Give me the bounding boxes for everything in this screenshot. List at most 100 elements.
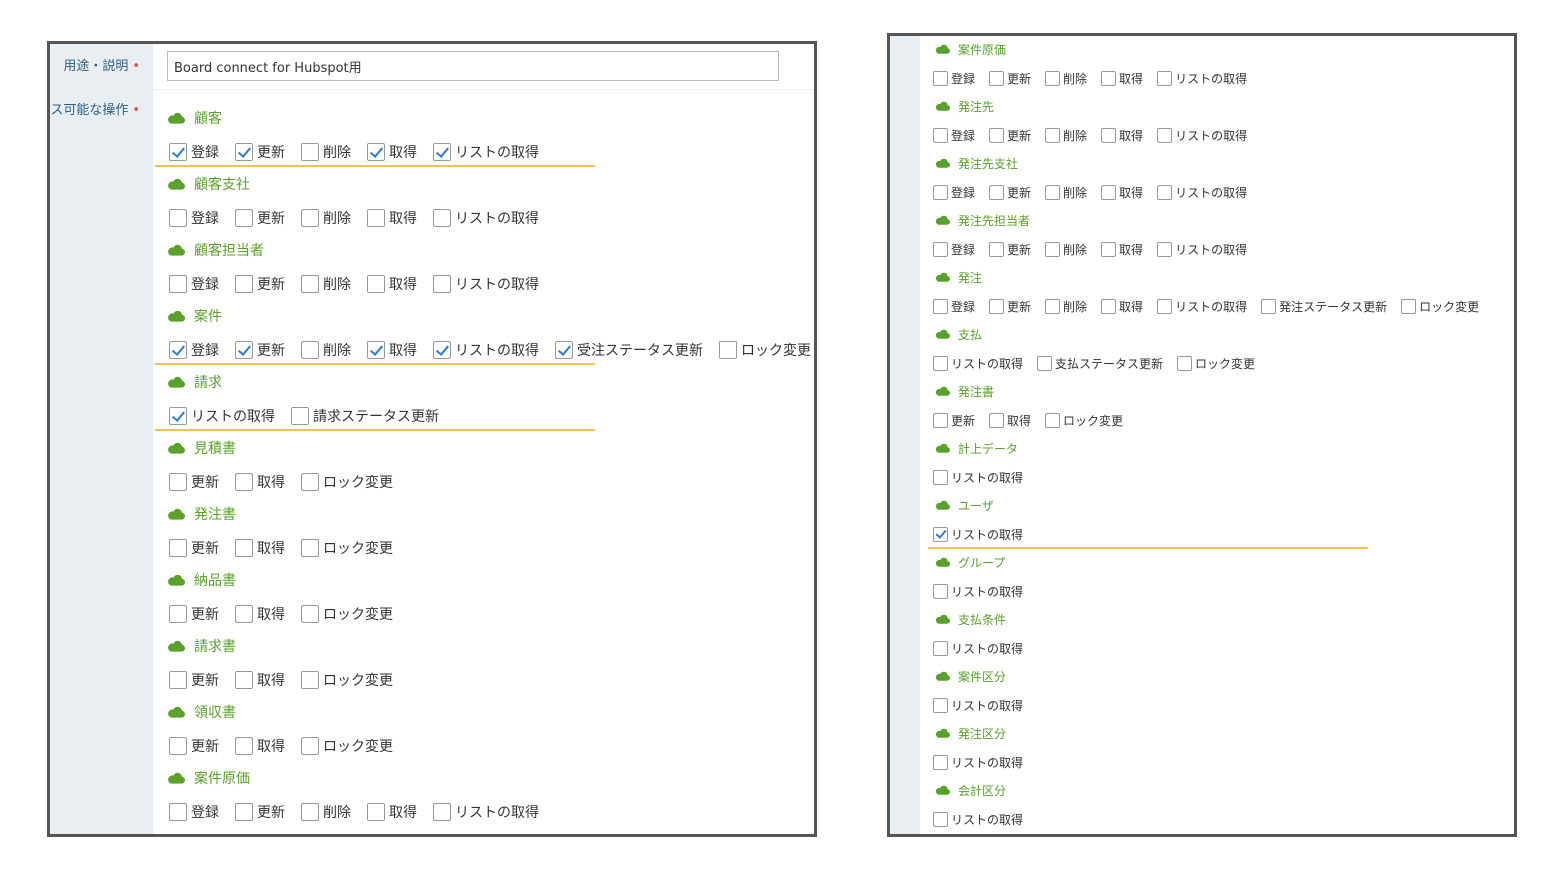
- permission-option[interactable]: 取得: [367, 340, 417, 360]
- permission-option[interactable]: 削除: [301, 208, 351, 228]
- checkbox[interactable]: [301, 605, 319, 623]
- permission-option[interactable]: リストの取得: [1157, 298, 1247, 315]
- checkbox[interactable]: [1045, 241, 1061, 257]
- permission-option[interactable]: 取得: [235, 670, 285, 690]
- checkbox[interactable]: [1401, 298, 1417, 314]
- checkbox[interactable]: [1101, 184, 1117, 200]
- checkbox[interactable]: [989, 184, 1005, 200]
- permission-option[interactable]: 取得: [1101, 184, 1143, 201]
- permission-option[interactable]: 更新: [989, 70, 1031, 87]
- checkbox[interactable]: [433, 275, 451, 293]
- permission-option[interactable]: 更新: [989, 127, 1031, 144]
- checkbox[interactable]: [1157, 298, 1173, 314]
- checkbox[interactable]: [169, 737, 187, 755]
- checkbox-checked[interactable]: [169, 143, 187, 161]
- permission-option[interactable]: 更新: [169, 472, 219, 492]
- checkbox[interactable]: [367, 803, 385, 821]
- permission-option[interactable]: 登録: [169, 274, 219, 294]
- checkbox[interactable]: [989, 70, 1005, 86]
- permission-option[interactable]: 更新: [169, 604, 219, 624]
- checkbox[interactable]: [301, 737, 319, 755]
- checkbox[interactable]: [1177, 355, 1193, 371]
- permission-option[interactable]: 取得: [235, 604, 285, 624]
- checkbox[interactable]: [169, 539, 187, 557]
- checkbox[interactable]: [301, 671, 319, 689]
- checkbox-checked[interactable]: [169, 407, 187, 425]
- permission-option[interactable]: 取得: [1101, 70, 1143, 87]
- permission-option[interactable]: 登録: [933, 70, 975, 87]
- checkbox[interactable]: [291, 407, 309, 425]
- permission-option[interactable]: ロック変更: [301, 604, 393, 624]
- checkbox[interactable]: [1157, 127, 1173, 143]
- permission-option[interactable]: リストの取得: [1157, 70, 1247, 87]
- checkbox[interactable]: [1101, 127, 1117, 143]
- checkbox-checked[interactable]: [367, 143, 385, 161]
- checkbox[interactable]: [1045, 127, 1061, 143]
- checkbox[interactable]: [933, 697, 948, 713]
- permission-option[interactable]: 削除: [1045, 298, 1087, 315]
- permission-option[interactable]: 取得: [1101, 298, 1143, 315]
- checkbox[interactable]: [1261, 298, 1277, 314]
- checkbox[interactable]: [235, 539, 253, 557]
- checkbox-checked[interactable]: [367, 341, 385, 359]
- checkbox[interactable]: [1101, 241, 1117, 257]
- checkbox[interactable]: [169, 671, 187, 689]
- checkbox[interactable]: [1157, 70, 1173, 86]
- permission-option[interactable]: 取得: [367, 274, 417, 294]
- checkbox[interactable]: [169, 803, 187, 821]
- permission-option[interactable]: 発注ステータス更新: [1261, 298, 1387, 315]
- permission-option[interactable]: リストの取得: [433, 340, 539, 360]
- permission-option[interactable]: リストの取得: [1157, 127, 1247, 144]
- checkbox[interactable]: [169, 275, 187, 293]
- permission-option[interactable]: 登録: [933, 184, 975, 201]
- checkbox[interactable]: [1037, 355, 1053, 371]
- permission-option[interactable]: 更新: [235, 802, 285, 822]
- checkbox[interactable]: [235, 803, 253, 821]
- permission-option[interactable]: リストの取得: [933, 526, 1023, 543]
- permission-option[interactable]: ロック変更: [1401, 298, 1479, 315]
- permission-option[interactable]: リストの取得: [433, 208, 539, 228]
- permission-option[interactable]: 削除: [1045, 241, 1087, 258]
- permission-option[interactable]: リストの取得: [433, 142, 539, 162]
- permission-option[interactable]: 登録: [933, 241, 975, 258]
- permission-option[interactable]: 登録: [933, 127, 975, 144]
- checkbox[interactable]: [301, 539, 319, 557]
- checkbox[interactable]: [1045, 298, 1061, 314]
- checkbox[interactable]: [367, 209, 385, 227]
- permission-option[interactable]: 更新: [989, 298, 1031, 315]
- checkbox[interactable]: [933, 298, 948, 314]
- checkbox-checked[interactable]: [169, 341, 187, 359]
- checkbox-checked[interactable]: [433, 341, 451, 359]
- permission-option[interactable]: 削除: [1045, 127, 1087, 144]
- checkbox[interactable]: [169, 209, 187, 227]
- checkbox[interactable]: [1045, 412, 1061, 428]
- permission-option[interactable]: 更新: [933, 412, 975, 429]
- checkbox-checked[interactable]: [555, 341, 573, 359]
- checkbox[interactable]: [301, 341, 319, 359]
- permission-option[interactable]: 更新: [989, 241, 1031, 258]
- checkbox[interactable]: [367, 275, 385, 293]
- checkbox[interactable]: [989, 412, 1005, 428]
- checkbox[interactable]: [933, 754, 948, 770]
- permission-option[interactable]: リストの取得: [933, 697, 1023, 714]
- checkbox[interactable]: [933, 184, 948, 200]
- checkbox[interactable]: [933, 469, 948, 485]
- checkbox[interactable]: [235, 209, 253, 227]
- permission-option[interactable]: 支払ステータス更新: [1037, 355, 1163, 372]
- permission-option[interactable]: 取得: [367, 142, 417, 162]
- checkbox[interactable]: [719, 341, 737, 359]
- permission-option[interactable]: 更新: [169, 670, 219, 690]
- checkbox[interactable]: [235, 605, 253, 623]
- checkbox[interactable]: [1045, 184, 1061, 200]
- permission-option[interactable]: 取得: [989, 412, 1031, 429]
- checkbox[interactable]: [301, 473, 319, 491]
- permission-option[interactable]: 登録: [169, 208, 219, 228]
- checkbox[interactable]: [1157, 184, 1173, 200]
- checkbox[interactable]: [933, 355, 948, 371]
- permission-option[interactable]: リストの取得: [433, 274, 539, 294]
- checkbox[interactable]: [1045, 70, 1061, 86]
- permission-option[interactable]: リストの取得: [169, 406, 275, 426]
- permission-option[interactable]: リストの取得: [933, 469, 1023, 486]
- permission-option[interactable]: 取得: [367, 802, 417, 822]
- permission-option[interactable]: ロック変更: [719, 340, 811, 360]
